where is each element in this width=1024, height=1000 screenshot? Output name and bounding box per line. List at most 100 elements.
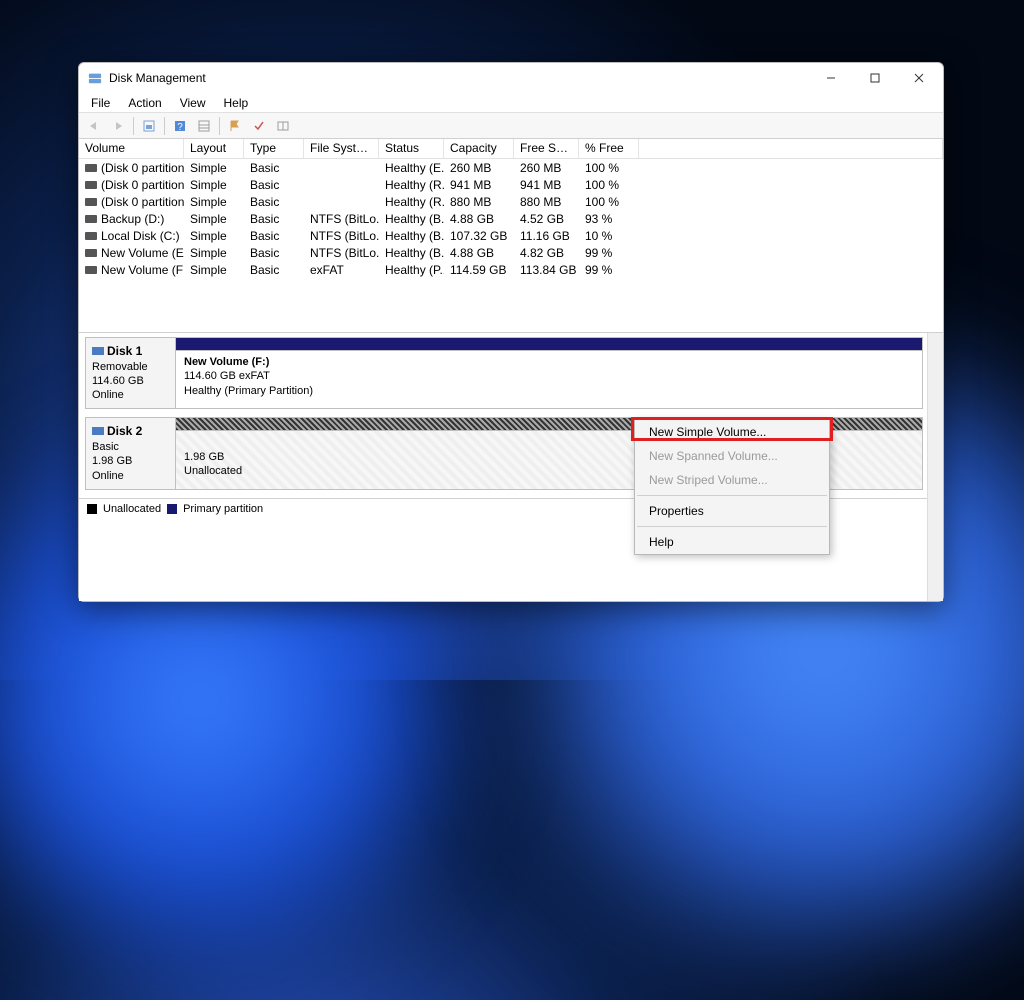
flag-icon[interactable] — [224, 116, 246, 136]
volume-row[interactable]: (Disk 0 partition 1)SimpleBasicHealthy (… — [79, 159, 943, 176]
svg-text:?: ? — [177, 122, 183, 133]
volume-row[interactable]: New Volume (E:)SimpleBasicNTFS (BitLo...… — [79, 244, 943, 261]
cell-type: Basic — [244, 263, 304, 277]
disk-icon — [85, 215, 97, 223]
cell-free: 4.82 GB — [514, 246, 579, 260]
ctx-new-striped-volume: New Striped Volume... — [635, 468, 829, 492]
disk-info[interactable]: Disk 1Removable114.60 GBOnline — [86, 338, 176, 408]
cell-layout: Simple — [184, 246, 244, 260]
help-icon[interactable]: ? — [169, 116, 191, 136]
app-icon — [87, 70, 103, 86]
cell-layout: Simple — [184, 263, 244, 277]
disk-icon — [85, 266, 97, 274]
col-layout[interactable]: Layout — [184, 139, 244, 158]
disk-volume-region[interactable]: New Volume (F:)114.60 GB exFATHealthy (P… — [176, 338, 922, 408]
cell-pctfree: 99 % — [579, 263, 639, 277]
legend-swatch-primary — [167, 504, 177, 514]
col-pctfree[interactable]: % Free — [579, 139, 639, 158]
cell-filesystem: NTFS (BitLo... — [304, 229, 379, 243]
col-type[interactable]: Type — [244, 139, 304, 158]
split-icon[interactable] — [272, 116, 294, 136]
cell-status: Healthy (R... — [379, 195, 444, 209]
toolbar: ? — [79, 113, 943, 139]
cell-pctfree: 10 % — [579, 229, 639, 243]
disk-icon — [85, 164, 97, 172]
cell-filesystem: NTFS (BitLo... — [304, 212, 379, 226]
list-icon[interactable] — [193, 116, 215, 136]
cell-capacity: 260 MB — [444, 161, 514, 175]
cell-pctfree: 100 % — [579, 195, 639, 209]
volume-list: Volume Layout Type File System Status Ca… — [79, 139, 943, 333]
cell-status: Healthy (R... — [379, 178, 444, 192]
volume-row[interactable]: Local Disk (C:)SimpleBasicNTFS (BitLo...… — [79, 227, 943, 244]
titlebar: Disk Management — [79, 63, 943, 93]
close-button[interactable] — [897, 63, 941, 93]
check-icon[interactable] — [248, 116, 270, 136]
cell-type: Basic — [244, 246, 304, 260]
disk-icon — [92, 347, 104, 355]
disk-row: Disk 1Removable114.60 GBOnlineNew Volume… — [85, 337, 923, 409]
ctx-separator — [637, 526, 827, 527]
window-title: Disk Management — [109, 71, 809, 85]
col-filesystem[interactable]: File System — [304, 139, 379, 158]
disk-icon — [85, 249, 97, 257]
legend-unallocated: Unallocated — [103, 503, 161, 515]
col-volume[interactable]: Volume — [79, 139, 184, 158]
minimize-button[interactable] — [809, 63, 853, 93]
settings-button[interactable] — [138, 116, 160, 136]
toolbar-separator — [219, 117, 220, 135]
cell-volume: (Disk 0 partition 4) — [79, 178, 184, 192]
ctx-help[interactable]: Help — [635, 530, 829, 554]
disk-icon — [85, 232, 97, 240]
menu-view[interactable]: View — [172, 94, 214, 112]
cell-volume: (Disk 0 partition 1) — [79, 161, 184, 175]
menu-action[interactable]: Action — [120, 94, 169, 112]
cell-layout: Simple — [184, 229, 244, 243]
toolbar-separator — [133, 117, 134, 135]
cell-type: Basic — [244, 178, 304, 192]
volume-bar — [176, 338, 922, 350]
cell-volume: Backup (D:) — [79, 212, 184, 226]
volume-row[interactable]: Backup (D:)SimpleBasicNTFS (BitLo...Heal… — [79, 210, 943, 227]
ctx-new-spanned-volume: New Spanned Volume... — [635, 444, 829, 468]
volume-row[interactable]: New Volume (F:)SimpleBasicexFATHealthy (… — [79, 261, 943, 278]
cell-status: Healthy (P... — [379, 263, 444, 277]
disk-icon — [85, 181, 97, 189]
volume-row[interactable]: (Disk 0 partition 4)SimpleBasic Healthy (… — [79, 176, 943, 193]
col-capacity[interactable]: Capacity — [444, 139, 514, 158]
disk-panel: Disk 1Removable114.60 GBOnlineNew Volume… — [79, 333, 943, 601]
nav-forward-button[interactable] — [107, 116, 129, 136]
context-menu: New Simple Volume... New Spanned Volume.… — [634, 419, 830, 555]
col-free[interactable]: Free Sp... — [514, 139, 579, 158]
cell-layout: Simple — [184, 212, 244, 226]
cell-free: 941 MB — [514, 178, 579, 192]
cell-type: Basic — [244, 195, 304, 209]
col-status[interactable]: Status — [379, 139, 444, 158]
cell-status: Healthy (B... — [379, 246, 444, 260]
cell-type: Basic — [244, 161, 304, 175]
cell-free: 11.16 GB — [514, 229, 579, 243]
cell-capacity: 4.88 GB — [444, 212, 514, 226]
ctx-new-simple-volume[interactable]: New Simple Volume... — [635, 420, 829, 444]
cell-capacity: 107.32 GB — [444, 229, 514, 243]
cell-type: Basic — [244, 229, 304, 243]
legend-primary: Primary partition — [183, 503, 263, 515]
cell-capacity: 880 MB — [444, 195, 514, 209]
toolbar-separator — [164, 117, 165, 135]
menu-file[interactable]: File — [83, 94, 118, 112]
menu-help[interactable]: Help — [216, 94, 257, 112]
nav-back-button[interactable] — [83, 116, 105, 136]
cell-pctfree: 100 % — [579, 178, 639, 192]
panel-scrollbar[interactable] — [927, 333, 943, 601]
legend-swatch-unallocated — [87, 504, 97, 514]
volume-row[interactable]: (Disk 0 partition 8)SimpleBasicHealthy (… — [79, 193, 943, 210]
cell-capacity: 114.59 GB — [444, 263, 514, 277]
cell-layout: Simple — [184, 178, 244, 192]
disk-management-window: Disk Management File Action View Help ? … — [78, 62, 944, 602]
menubar: File Action View Help — [79, 93, 943, 113]
maximize-button[interactable] — [853, 63, 897, 93]
ctx-properties[interactable]: Properties — [635, 499, 829, 523]
cell-layout: Simple — [184, 195, 244, 209]
disk-info[interactable]: Disk 2Basic1.98 GBOnline — [86, 418, 176, 488]
cell-free: 880 MB — [514, 195, 579, 209]
